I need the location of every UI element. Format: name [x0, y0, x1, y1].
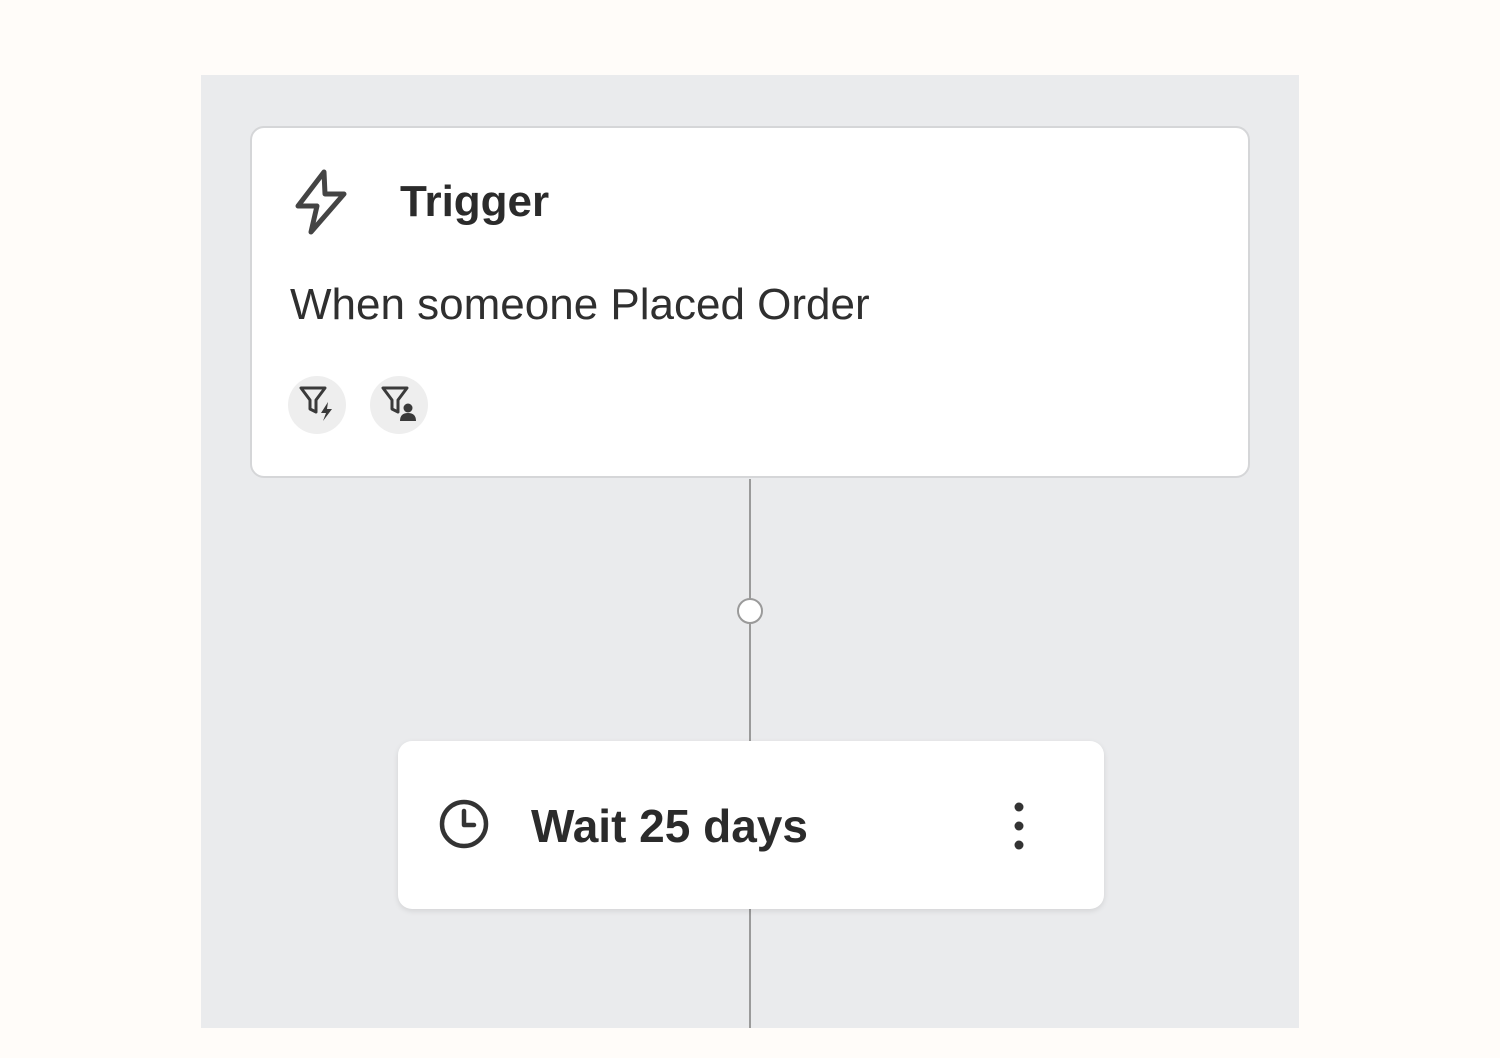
profile-filter-button[interactable] — [370, 376, 428, 434]
add-step-node[interactable] — [737, 598, 763, 624]
trigger-title: Trigger — [400, 177, 550, 226]
connector-line — [749, 909, 751, 1028]
trigger-filter-icon — [297, 383, 337, 428]
clock-icon — [438, 798, 490, 855]
more-vertical-icon[interactable] — [1004, 798, 1034, 854]
trigger-filter-row — [288, 376, 452, 434]
profile-filter-icon — [379, 383, 419, 428]
lightning-bolt-icon — [290, 168, 352, 236]
trigger-card[interactable]: Trigger When someone Placed Order — [250, 126, 1250, 478]
flow-canvas[interactable]: Trigger When someone Placed Order Wait 2… — [201, 75, 1299, 1028]
trigger-description: When someone Placed Order — [290, 280, 870, 329]
trigger-header: Trigger — [290, 168, 549, 236]
wait-step-card[interactable]: Wait 25 days — [398, 741, 1104, 909]
wait-step-label: Wait 25 days — [531, 800, 808, 852]
trigger-filter-button[interactable] — [288, 376, 346, 434]
